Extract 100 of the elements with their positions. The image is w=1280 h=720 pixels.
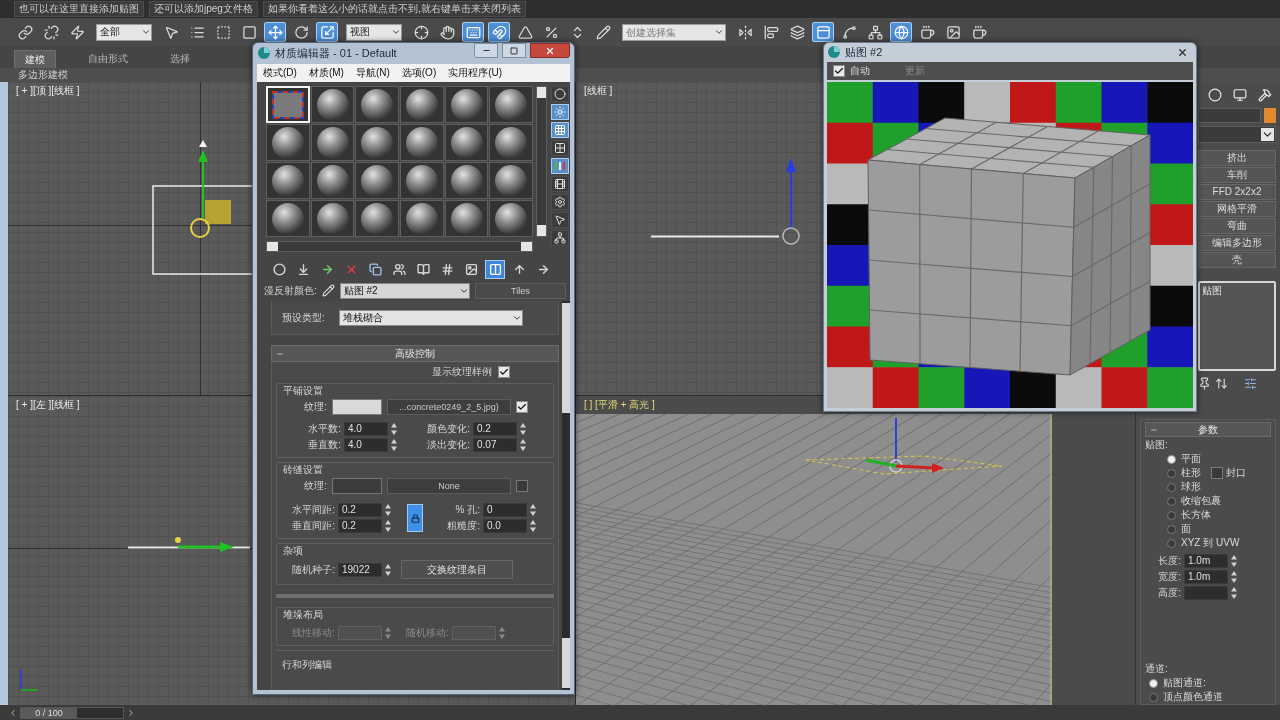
number-field[interactable]: 0.2 bbox=[473, 422, 517, 436]
material-slot[interactable] bbox=[400, 124, 444, 161]
radio-button[interactable] bbox=[1149, 678, 1158, 688]
options-button[interactable] bbox=[551, 194, 570, 210]
material-slot[interactable] bbox=[310, 124, 355, 161]
number-field[interactable]: 1.0m bbox=[1184, 554, 1228, 568]
ribbon-tab[interactable]: 选择 bbox=[160, 50, 200, 68]
material-slot[interactable] bbox=[489, 162, 534, 199]
material-slot[interactable] bbox=[310, 86, 355, 123]
radio-button[interactable] bbox=[1167, 538, 1176, 548]
viewport-label[interactable]: [ + ][顶 ][线框 ] bbox=[16, 85, 80, 97]
vertical-scrollbar[interactable] bbox=[536, 86, 548, 237]
menu-item[interactable]: 模式(D) bbox=[263, 66, 297, 80]
radio-button[interactable] bbox=[1167, 482, 1176, 492]
backlight-button[interactable] bbox=[551, 104, 570, 120]
number-field[interactable]: 0.0 bbox=[483, 519, 527, 533]
ribbon-tab[interactable]: 自由形式 bbox=[78, 50, 138, 68]
modifier-button[interactable]: 挤出 bbox=[1198, 150, 1276, 166]
modifier-button[interactable]: 车削 bbox=[1198, 167, 1276, 183]
material-slot[interactable] bbox=[355, 200, 400, 237]
modifier-button[interactable]: FFD 2x2x2 bbox=[1198, 184, 1276, 200]
number-field[interactable]: 4.0 bbox=[344, 438, 388, 452]
radio-button[interactable] bbox=[1149, 692, 1158, 702]
menu-item[interactable]: 材质(M) bbox=[308, 66, 344, 80]
checkbox[interactable] bbox=[516, 480, 528, 492]
number-field[interactable]: 19022 bbox=[338, 562, 382, 577]
radio-button[interactable] bbox=[1167, 510, 1176, 520]
radio-button[interactable] bbox=[1167, 468, 1176, 478]
show-end-button[interactable] bbox=[485, 259, 505, 279]
background-button[interactable] bbox=[551, 122, 570, 138]
radio-button[interactable] bbox=[1167, 496, 1176, 506]
modifier-button[interactable]: 壳 bbox=[1198, 252, 1276, 268]
material-slot[interactable] bbox=[444, 124, 489, 161]
rollout-header[interactable]: 参数 bbox=[1145, 422, 1271, 437]
checkbox[interactable] bbox=[1211, 467, 1223, 479]
material-slot[interactable] bbox=[310, 162, 355, 199]
number-field[interactable]: 0.2 bbox=[338, 519, 382, 533]
number-field[interactable]: 4.0 bbox=[344, 422, 388, 436]
menu-item[interactable]: 导航(N) bbox=[355, 66, 390, 80]
scale-button[interactable] bbox=[316, 22, 338, 42]
lock-button[interactable] bbox=[407, 504, 423, 532]
time-slider[interactable]: 0 / 100 bbox=[20, 706, 124, 719]
keyboard-button[interactable] bbox=[462, 22, 484, 42]
select-by-material-button[interactable] bbox=[551, 212, 570, 228]
stack-item[interactable]: 贴图 bbox=[1202, 285, 1272, 297]
number-field[interactable]: 0.07 bbox=[473, 438, 517, 452]
object-name-field[interactable] bbox=[1198, 108, 1261, 123]
color-swatch[interactable] bbox=[332, 399, 382, 415]
material-slot[interactable] bbox=[444, 162, 489, 199]
material-slot[interactable] bbox=[444, 86, 489, 123]
viewport[interactable]: [ ] [平滑 + 高光 ] bbox=[576, 396, 1135, 705]
material-slot[interactable] bbox=[489, 86, 534, 123]
material-slot[interactable] bbox=[400, 86, 444, 123]
material-slot[interactable] bbox=[400, 162, 444, 199]
ribbon-button[interactable] bbox=[812, 22, 834, 42]
checkbox[interactable] bbox=[516, 401, 528, 413]
material-slot[interactable] bbox=[310, 200, 355, 237]
viewport-label[interactable]: [ ] [平滑 + 高光 ] bbox=[584, 399, 655, 411]
number-field[interactable] bbox=[1184, 586, 1228, 600]
color-check-button[interactable] bbox=[551, 158, 570, 174]
number-field[interactable]: 1.0m bbox=[1184, 570, 1228, 584]
material-slot[interactable] bbox=[489, 124, 534, 161]
preset-dropdown[interactable]: 堆栈砌合 bbox=[338, 309, 523, 326]
color-swatch[interactable] bbox=[1264, 108, 1276, 123]
uv-tiling-button[interactable] bbox=[551, 140, 570, 156]
viewport-label[interactable]: [ + ][左 ][线框 ] bbox=[16, 399, 80, 411]
viewport-label[interactable]: [线框 ] bbox=[584, 85, 613, 97]
rollout-header[interactable]: 高级控制 bbox=[271, 345, 559, 362]
map-name-dropdown[interactable]: 贴图 #2 bbox=[339, 282, 470, 299]
modifier-list-dropdown[interactable] bbox=[1198, 126, 1276, 143]
texture-map-button[interactable]: ...concrete0249_2_5.jpg) bbox=[387, 399, 511, 415]
material-slot[interactable] bbox=[266, 162, 310, 199]
move-button[interactable] bbox=[264, 22, 286, 42]
dropdown[interactable]: 全部 bbox=[96, 23, 152, 41]
modifier-button[interactable]: 弯曲 bbox=[1198, 218, 1276, 234]
checkbox[interactable] bbox=[498, 366, 510, 378]
preview-button[interactable] bbox=[551, 176, 570, 192]
vertical-scrollbar[interactable] bbox=[562, 301, 570, 690]
material-slot[interactable] bbox=[444, 200, 489, 237]
swap-textures-button[interactable]: 交换纹理条目 bbox=[401, 560, 513, 579]
modifier-button[interactable]: 编辑多边形 bbox=[1198, 235, 1276, 251]
navigator-button[interactable] bbox=[551, 230, 570, 246]
number-field[interactable]: 0.2 bbox=[338, 503, 382, 517]
material-slot[interactable] bbox=[266, 124, 310, 161]
snap-button[interactable] bbox=[488, 22, 510, 42]
material-slot[interactable] bbox=[355, 124, 400, 161]
radio-button[interactable] bbox=[1167, 524, 1176, 534]
ribbon-tab[interactable]: 建模 bbox=[14, 50, 56, 68]
color-swatch[interactable] bbox=[332, 478, 382, 494]
time-slider-thumb[interactable]: 0 / 100 bbox=[21, 707, 77, 718]
modifier-button[interactable]: 网格平滑 bbox=[1198, 201, 1276, 217]
number-field[interactable]: 0 bbox=[483, 503, 527, 517]
radio-button[interactable] bbox=[1167, 454, 1176, 464]
map-type-button[interactable]: Tiles bbox=[474, 282, 566, 299]
dropdown[interactable]: 视图 bbox=[346, 23, 402, 41]
horizontal-scrollbar[interactable] bbox=[266, 241, 534, 252]
material-slot[interactable] bbox=[266, 200, 310, 237]
sample-type-button[interactable] bbox=[551, 86, 570, 102]
material-slot[interactable] bbox=[355, 162, 400, 199]
material-editor-button[interactable] bbox=[890, 22, 912, 42]
